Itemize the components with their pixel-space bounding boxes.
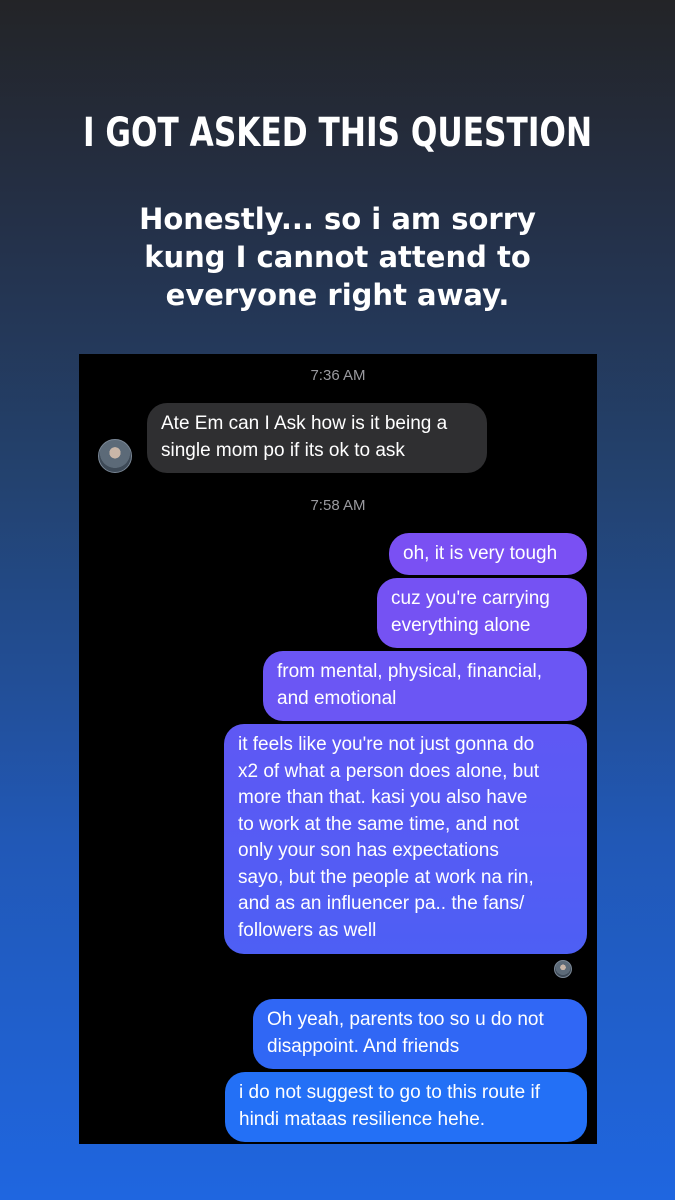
message-line: it feels like you're not just gonna do	[238, 734, 535, 755]
subtitle-line: everyone right away.	[165, 278, 510, 312]
outgoing-message[interactable]: from mental, physical, financial, and em…	[263, 651, 587, 721]
incoming-message[interactable]: Ate Em can I Ask how is it being a singl…	[147, 403, 487, 473]
message-line: sayo, but the people at work na rin,	[238, 866, 534, 888]
message-line: single mom po if its ok to ask	[161, 439, 405, 461]
message-line: disappoint. And friends	[267, 1035, 460, 1057]
message-line: and as an influencer pa.. the fans/	[238, 893, 525, 914]
message-line: Oh yeah, parents too so u do not	[267, 1009, 544, 1030]
story-subtitle: Honestly... so i am sorry kung I cannot …	[0, 200, 675, 314]
outgoing-message[interactable]: cuz you're carrying everything alone	[377, 578, 587, 648]
read-receipt-avatar	[554, 960, 572, 978]
outgoing-message[interactable]: oh, it is very tough	[389, 533, 587, 575]
story-headline: I GOT ASKED THIS QUESTION	[82, 110, 593, 156]
message-line: more than that. kasi you also have	[238, 787, 528, 808]
subtitle-line: kung I cannot attend to	[144, 240, 531, 274]
message-line: x2 of what a person does alone, but	[238, 760, 540, 782]
subtitle-line: Honestly... so i am sorry	[139, 202, 536, 236]
message-line: cuz you're carrying	[391, 588, 550, 609]
message-line: to work at the same time, and not	[238, 813, 519, 835]
outgoing-message[interactable]: it feels like you're not just gonna do x…	[224, 724, 587, 954]
message-line: hindi mataas resilience hehe.	[239, 1108, 486, 1130]
message-line: only your son has expectations	[238, 840, 499, 861]
contact-avatar[interactable]	[98, 439, 132, 473]
message-line: i do not suggest to go to this route if	[239, 1082, 541, 1103]
message-line: oh, it is very tough	[403, 543, 558, 564]
message-line: followers as well	[238, 919, 377, 941]
timestamp: 7:36 AM	[310, 367, 366, 384]
outgoing-message[interactable]: i do not suggest to go to this route if …	[225, 1072, 587, 1142]
message-line: Ate Em can I Ask how is it being a	[161, 413, 448, 434]
message-line: everything alone	[391, 614, 531, 636]
chat-screenshot: 7:36 AM Ate Em can I Ask how is it being…	[79, 354, 597, 1144]
message-line: from mental, physical, financial,	[277, 661, 543, 682]
message-line: and emotional	[277, 687, 397, 709]
outgoing-message[interactable]: Oh yeah, parents too so u do not disappo…	[253, 999, 587, 1069]
timestamp: 7:58 AM	[310, 497, 366, 514]
